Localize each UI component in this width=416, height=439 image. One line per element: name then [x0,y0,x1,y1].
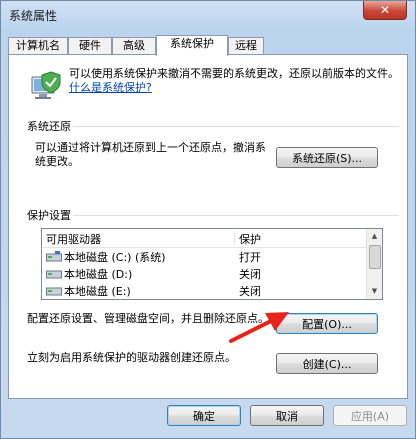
restore-description: 可以通过将计算机还原到上一个还原点，撤消系统更改。 [35,141,266,168]
title-bar[interactable]: 系统属性 ✕ [1,1,415,29]
drive-name: 本地磁盘 (C:) (系统) [64,251,166,264]
system-protection-panel: 可以使用系统保护来撤消不需要的系统更改，还原以前版本的文件。什么是系统保护? 系… [8,54,408,399]
window-title: 系统属性 [9,9,58,23]
restore-group-title: 系统还原 [27,120,71,133]
apply-button[interactable]: 应用(A) [333,405,407,426]
scroll-up-icon[interactable]: ▲ [367,229,382,244]
scroll-thumb[interactable] [369,245,381,269]
ok-button[interactable]: 确定 [167,405,241,426]
cancel-button[interactable]: 取消 [250,405,324,426]
drive-list-header: 可用驱动器 保护 [42,229,368,248]
scroll-down-icon[interactable]: ▼ [367,284,382,299]
annotation-arrow-icon [229,312,289,343]
column-header-drives[interactable]: 可用驱动器 [46,231,101,247]
column-separator [234,231,235,245]
protection-group-title: 保护设置 [27,209,71,222]
tab-computer-name[interactable]: 计算机名 [8,37,68,55]
drive-protection-status: 关闭 [239,268,261,281]
create-description: 立刻为启用系统保护的驱动器创建还原点。 [27,351,236,364]
tab-remote[interactable]: 远程 [228,37,264,55]
what-is-system-protection-link[interactable]: 什么是系统保护? [69,81,152,94]
drive-protection-status: 关闭 [239,285,261,298]
create-button[interactable]: 创建(C)... [276,353,378,374]
drive-icon [46,287,62,296]
system-restore-button[interactable]: 系统还原(S)... [276,147,378,168]
intro-description: 可以使用系统保护来撤消不需要的系统更改，还原以前版本的文件。什么是系统保护? [69,67,399,94]
drive-list-scrollbar[interactable]: ▲ ▼ [366,229,382,299]
drive-name: 本地磁盘 (E:) [64,285,131,298]
drive-row-d[interactable]: 本地磁盘 (D:) 关闭 [42,265,368,282]
tab-advanced[interactable]: 高级 [112,37,156,55]
system-properties-window: 系统属性 ✕ 计算机名 硬件 高级 系统保护 远程 可以使用系统保护来撤消不需要… [0,0,416,439]
tab-hardware[interactable]: 硬件 [68,37,112,55]
drive-name: 本地磁盘 (D:) [64,268,133,281]
drive-protection-status: 打开 [239,251,261,264]
protection-group-divider [73,215,399,216]
system-drive-icon [46,251,62,262]
computer-shield-icon [31,71,61,99]
close-button[interactable]: ✕ [363,1,407,20]
drive-row-c[interactable]: 本地磁盘 (C:) (系统) 打开 [42,248,368,265]
column-header-protection[interactable]: 保护 [239,231,261,247]
drive-list[interactable]: 可用驱动器 保护 本地磁盘 (C:) (系统) 打开 本地磁盘 (D:) 关闭 … [41,228,383,300]
restore-group-divider [73,126,399,127]
drive-icon [46,270,62,279]
drive-row-e[interactable]: 本地磁盘 (E:) 关闭 [42,282,368,299]
tab-system-protection[interactable]: 系统保护 [156,35,228,56]
